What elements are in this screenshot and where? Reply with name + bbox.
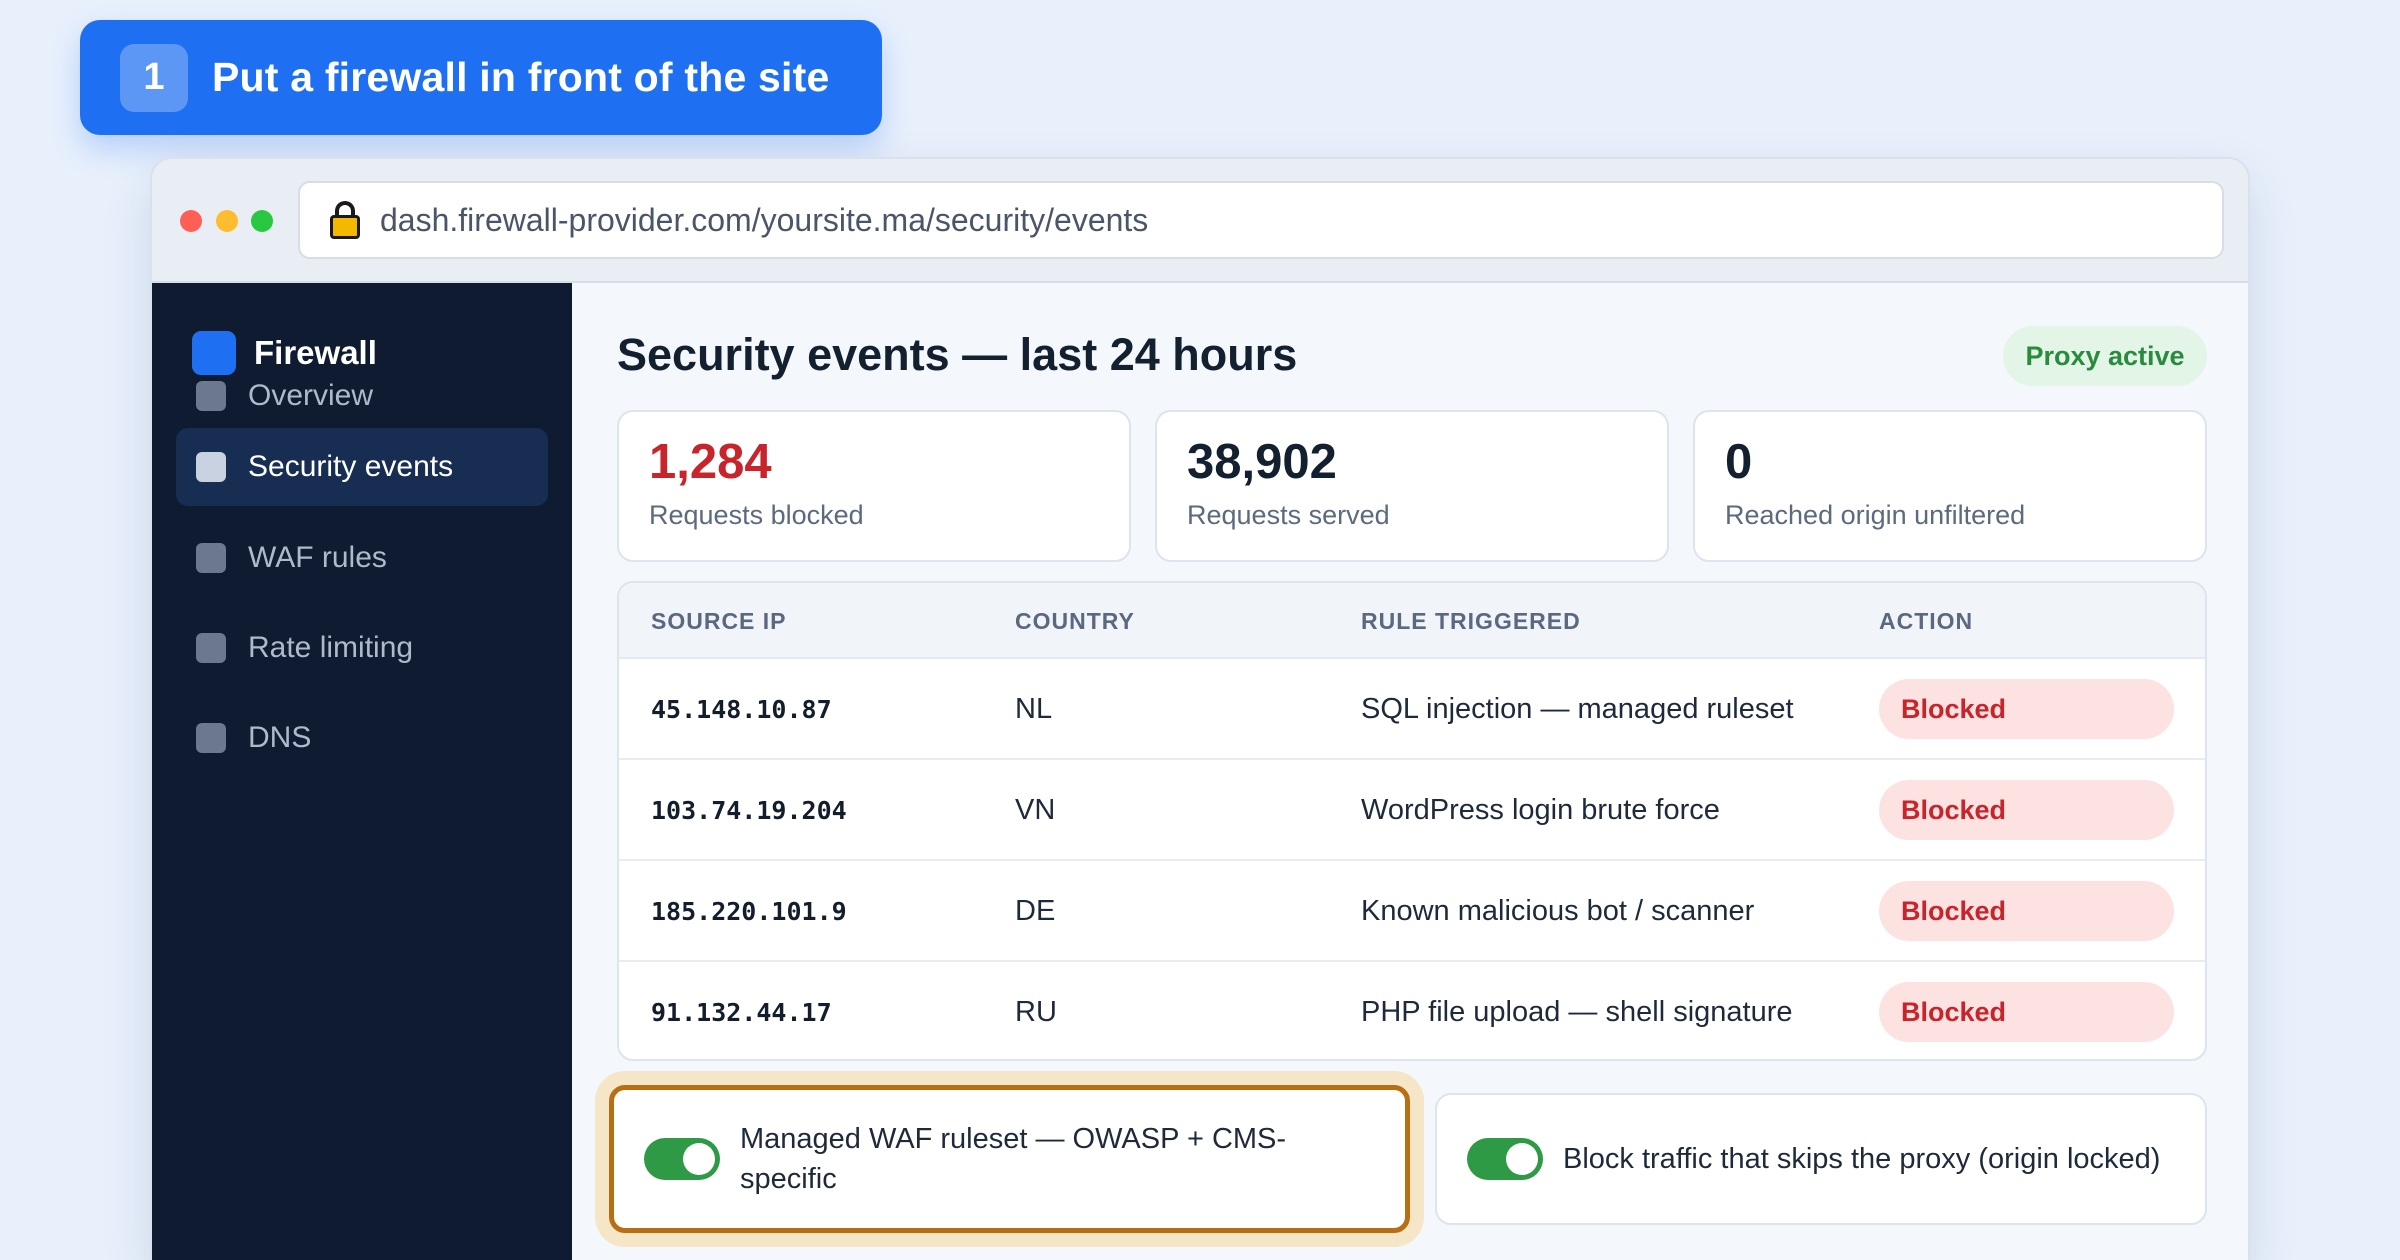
sidebar-item-dns[interactable]: DNS (176, 699, 548, 777)
table-row[interactable]: 185.220.101.9 DE Known malicious bot / s… (619, 861, 2205, 962)
column-header-source-ip[interactable]: SOURCE IP (651, 583, 787, 659)
sidebar-item-label: Security events (248, 450, 454, 483)
stat-label: Requests blocked (649, 500, 864, 530)
action-badge: Blocked (1879, 679, 2174, 739)
column-header-action[interactable]: ACTION (1879, 583, 1973, 659)
source-ip: 185.220.101.9 (651, 896, 847, 926)
stat-label: Requests served (1187, 500, 1390, 530)
maximize-window-button[interactable] (251, 210, 273, 232)
dns-icon (196, 723, 226, 753)
minimize-window-button[interactable] (216, 210, 238, 232)
stat-value: 38,902 (1187, 435, 1337, 489)
sidebar-item-overview[interactable]: Overview (176, 357, 548, 435)
toggle-knob (683, 1143, 715, 1175)
status-badge: Proxy active (2003, 326, 2207, 386)
browser-window: dash.firewall-provider.com/yoursite.ma/s… (150, 157, 2250, 1260)
toggle-card-origin-lock: Block traffic that skips the proxy (orig… (1435, 1093, 2207, 1225)
page-title: Security events — last 24 hours (617, 329, 1298, 380)
step-banner: 1 Put a firewall in front of the site (80, 20, 882, 135)
toggle-label: Block traffic that skips the proxy (orig… (1563, 1143, 2161, 1175)
source-ip: 45.148.10.87 (651, 694, 832, 724)
overview-icon (196, 381, 226, 411)
table-row[interactable]: 45.148.10.87 NL SQL injection — managed … (619, 659, 2205, 760)
origin-lock-toggle[interactable] (1467, 1138, 1543, 1180)
sidebar-item-label: WAF rules (248, 541, 387, 574)
step-title: Put a firewall in front of the site (212, 54, 830, 100)
lock-icon (330, 201, 360, 239)
stat-card-served: 38,902 Requests served (1155, 410, 1669, 562)
action-badge: Blocked (1879, 982, 2174, 1042)
column-header-rule[interactable]: RULE TRIGGERED (1361, 583, 1581, 659)
browser-chrome: dash.firewall-provider.com/yoursite.ma/s… (152, 159, 2248, 283)
rule-triggered: Known malicious bot / scanner (1361, 894, 1755, 927)
source-ip: 103.74.19.204 (651, 795, 847, 825)
sidebar-item-label: Rate limiting (248, 631, 414, 664)
toggle-label: Managed WAF ruleset — OWASP + CMS-specif… (740, 1123, 1287, 1195)
events-table: SOURCE IP COUNTRY RULE TRIGGERED ACTION … (617, 581, 2207, 1061)
source-ip: 91.132.44.17 (651, 997, 832, 1027)
action-badge: Blocked (1879, 780, 2174, 840)
stat-value: 1,284 (649, 435, 772, 489)
sidebar-item-label: Overview (248, 379, 374, 412)
table-header: SOURCE IP COUNTRY RULE TRIGGERED ACTION (619, 583, 2205, 659)
column-header-country[interactable]: COUNTRY (1015, 583, 1135, 659)
country: RU (1015, 995, 1057, 1028)
sidebar-item-label: DNS (248, 721, 312, 754)
country: VN (1015, 793, 1056, 826)
toggle-card-managed-waf: Managed WAF ruleset — OWASP + CMS-specif… (609, 1085, 1410, 1233)
table-row[interactable]: 91.132.44.17 RU PHP file upload — shell … (619, 962, 2205, 1059)
table-row[interactable]: 103.74.19.204 VN WordPress login brute f… (619, 760, 2205, 861)
toggle-knob (1506, 1143, 1538, 1175)
step-number: 1 (120, 43, 188, 112)
sidebar: Firewall Overview Security events WAF ru… (152, 283, 572, 1260)
rule-triggered: SQL injection — managed ruleset (1361, 692, 1794, 725)
stat-card-unfiltered: 0 Reached origin unfiltered (1693, 410, 2207, 562)
security-events-icon (196, 452, 226, 482)
stat-value: 0 (1725, 435, 1753, 489)
sidebar-item-security-events[interactable]: Security events (176, 428, 548, 506)
address-bar[interactable]: dash.firewall-provider.com/yoursite.ma/s… (298, 181, 2224, 259)
action-badge: Blocked (1879, 881, 2174, 941)
url-text: dash.firewall-provider.com/yoursite.ma/s… (380, 201, 1149, 238)
close-window-button[interactable] (180, 210, 202, 232)
managed-waf-toggle[interactable] (644, 1138, 720, 1180)
sidebar-item-rate-limiting[interactable]: Rate limiting (176, 609, 548, 687)
rate-limiting-icon (196, 633, 226, 663)
rule-triggered: WordPress login brute force (1361, 793, 1720, 826)
waf-rules-icon (196, 543, 226, 573)
country: DE (1015, 894, 1056, 927)
country: NL (1015, 692, 1053, 725)
main-content: Security events — last 24 hours Proxy ac… (572, 283, 2248, 1260)
stat-label: Reached origin unfiltered (1725, 500, 2026, 530)
rule-triggered: PHP file upload — shell signature (1361, 995, 1793, 1028)
stat-card-blocked: 1,284 Requests blocked (617, 410, 1131, 562)
sidebar-item-waf-rules[interactable]: WAF rules (176, 519, 548, 597)
